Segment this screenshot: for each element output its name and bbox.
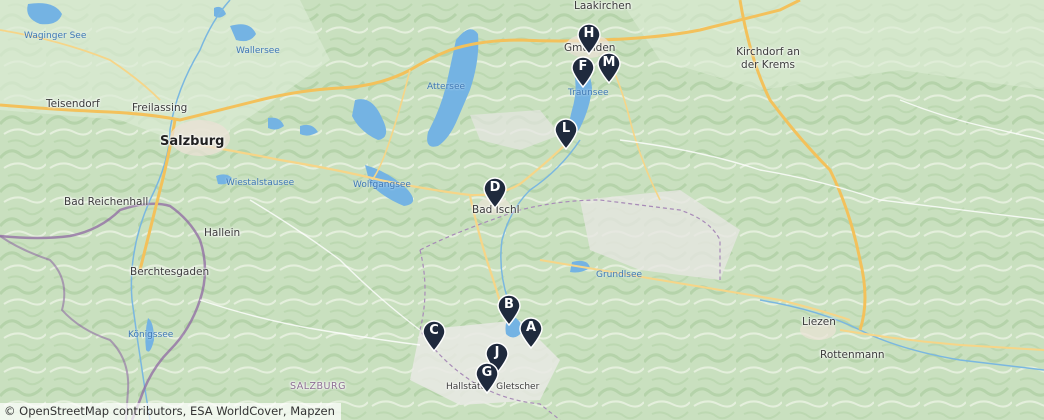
- place-label-waginger-see: Waginger See: [24, 31, 87, 41]
- place-label-kirchdorf: Kirchdorf an der Krems: [736, 46, 800, 71]
- marker-label: M: [602, 55, 616, 70]
- marker-label: B: [504, 297, 514, 312]
- place-label-attersee: Attersee: [427, 82, 466, 92]
- marker-label: D: [489, 180, 501, 195]
- marker-label: L: [561, 121, 571, 136]
- place-label-teisendorf: Teisendorf: [46, 98, 100, 110]
- marker-label: H: [583, 26, 595, 41]
- map-attribution[interactable]: © OpenStreetMap contributors, ESA WorldC…: [0, 403, 341, 420]
- place-label-freilassing: Freilassing: [132, 102, 188, 114]
- place-label-bad-reichenhall: Bad Reichenhall: [64, 196, 149, 208]
- place-label-koenigssee: Königssee: [128, 330, 174, 340]
- map-marker-g[interactable]: G: [474, 362, 500, 395]
- place-label-rottenmann: Rottenmann: [820, 349, 885, 361]
- place-label-salzburg: Salzburg: [160, 134, 225, 149]
- place-label-grundlsee: Grundlsee: [596, 270, 643, 280]
- place-label-berchtesgaden: Berchtesgaden: [130, 266, 210, 278]
- place-label-traunsee: Traunsee: [568, 88, 609, 98]
- place-label-wolfgangsee: Wolfgangsee: [353, 180, 411, 190]
- map-marker-h[interactable]: H: [576, 23, 602, 56]
- map-marker-m[interactable]: M: [596, 52, 622, 85]
- place-label-liezen: Liezen: [802, 316, 836, 328]
- map-marker-f[interactable]: F: [570, 56, 596, 89]
- marker-label: A: [525, 320, 537, 335]
- map-marker-d[interactable]: D: [482, 177, 508, 210]
- map-marker-l[interactable]: L: [553, 118, 579, 151]
- map-marker-c[interactable]: C: [421, 320, 447, 353]
- place-label-wiestalstausee: Wiestalstausee: [226, 178, 295, 188]
- marker-label: J: [494, 345, 500, 360]
- map-view[interactable]: Salzburg Freilassing Teisendorf Waginger…: [0, 0, 1044, 420]
- marker-label: G: [481, 365, 493, 380]
- place-label-hallein: Hallein: [204, 227, 241, 239]
- map-marker-a[interactable]: A: [518, 317, 544, 350]
- place-label-wallersee: Wallersee: [236, 46, 280, 56]
- marker-label: C: [429, 323, 439, 338]
- map-base-layer: [0, 0, 1044, 420]
- marker-label: F: [578, 59, 588, 74]
- region-label-salzburg: SALZBURG: [290, 381, 346, 392]
- place-label-laakirchen: Laakirchen: [574, 0, 632, 12]
